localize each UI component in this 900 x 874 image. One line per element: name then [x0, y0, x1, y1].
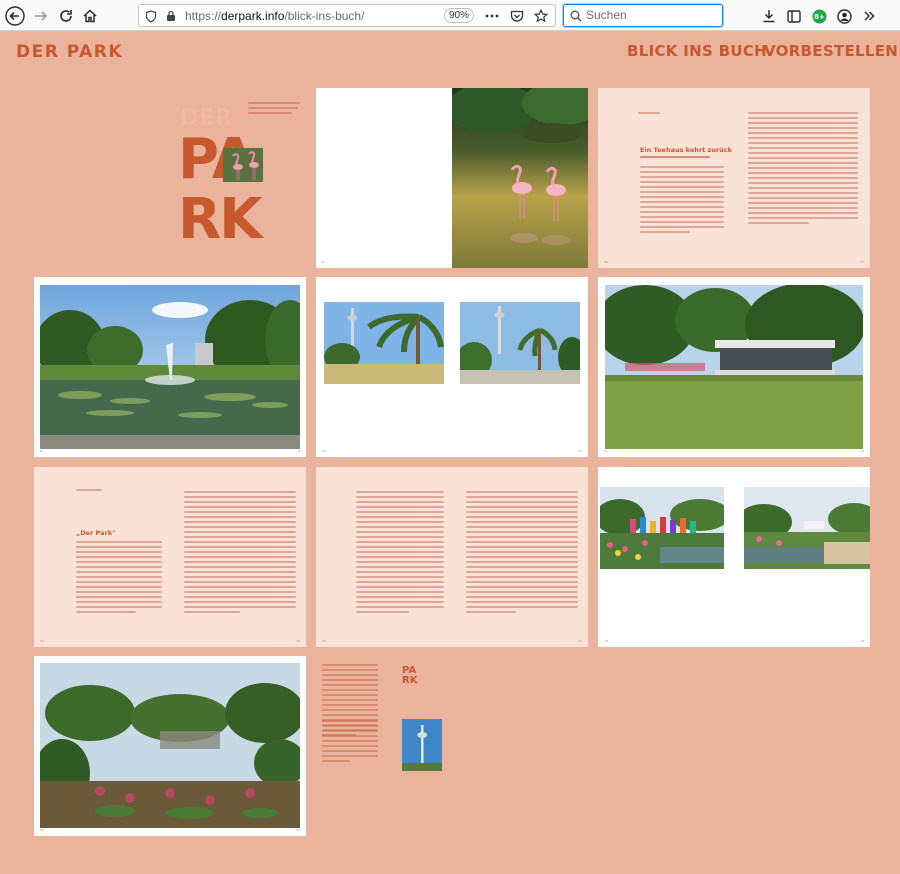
- shield-icon[interactable]: [143, 8, 159, 24]
- page-der-park-right: 15: [170, 467, 306, 647]
- book-cover: DER PA RK: [168, 88, 300, 268]
- page-actions-icon[interactable]: [484, 8, 500, 24]
- page-tower-left: 10: [316, 277, 452, 457]
- spread-teehaus-text[interactable]: Ein Teehaus kehrt zurück 76 77: [598, 88, 870, 268]
- page-blank: 6: [316, 88, 452, 268]
- forward-button[interactable]: [29, 4, 53, 28]
- body-text-column: [640, 166, 724, 236]
- reload-icon: [60, 10, 72, 22]
- section-heading: Ein Teehaus kehrt zurück: [640, 146, 732, 154]
- spread-flamingos[interactable]: 6: [316, 88, 588, 268]
- page-back-cover: PA RK: [316, 656, 452, 836]
- body-text-column: [748, 112, 858, 227]
- spread-florianturm[interactable]: 10 11: [316, 277, 588, 457]
- browser-toolbar: https://derpark.info/blick-ins-buch/ 90%…: [0, 0, 900, 31]
- library-sidebar-icon[interactable]: [783, 5, 805, 27]
- page-der-park-left: „Der Park" 14: [34, 467, 170, 647]
- back-button[interactable]: [3, 4, 27, 28]
- page-teehaus-photo: 12 13: [598, 277, 870, 457]
- tower-palm-photo: [324, 302, 444, 384]
- search-icon: [570, 10, 582, 22]
- spread-text-continued[interactable]: 16 17: [316, 467, 588, 647]
- back-arrow-icon: [5, 6, 25, 26]
- body-text-column: [184, 491, 296, 616]
- downloads-icon[interactable]: [758, 5, 780, 27]
- site-logo[interactable]: DER PARK: [16, 42, 123, 62]
- nav-blick-ins-buch[interactable]: BLICK INS BUCH: [627, 42, 767, 60]
- account-icon[interactable]: [833, 5, 855, 27]
- overflow-menu-icon[interactable]: [858, 5, 880, 27]
- page-rose-garden-photo: 20 21: [34, 656, 306, 836]
- search-box[interactable]: [563, 4, 723, 27]
- spread-teehaus-photo[interactable]: 12 13: [598, 277, 870, 457]
- page-text-right: 17: [452, 467, 588, 647]
- chapter-marker: [638, 112, 660, 117]
- tower-park-photo: [460, 302, 580, 384]
- section-subtitle: [640, 156, 720, 161]
- home-icon: [83, 9, 97, 23]
- reload-button[interactable]: [54, 4, 78, 28]
- section-heading: „Der Park": [76, 529, 116, 537]
- cover-rk-lettering: RK: [178, 187, 263, 252]
- nav-vorbestellen[interactable]: VORBESTELLEN: [764, 42, 898, 60]
- spread-cover[interactable]: DER PA RK: [168, 88, 300, 268]
- body-text-column: [466, 491, 578, 616]
- cover-flamingo-image: [223, 148, 263, 182]
- pocket-icon[interactable]: [509, 8, 525, 24]
- bookmark-star-icon[interactable]: [533, 8, 549, 24]
- back-cover-logo: PA RK: [402, 665, 418, 686]
- page-flamingo-photo: [452, 88, 588, 268]
- garden-pond-photo: [744, 487, 870, 569]
- teehaus-photo: [605, 285, 863, 449]
- spread-fountain[interactable]: 89: [34, 277, 306, 457]
- spread-der-park-text[interactable]: „Der Park" 14 15: [34, 467, 306, 647]
- spread-garden-photos[interactable]: 18 19: [598, 467, 870, 647]
- svg-text:8+: 8+: [814, 13, 825, 21]
- spread-rose-garden[interactable]: 20 21: [34, 656, 306, 836]
- fountain-photo: [40, 285, 300, 449]
- page-fountain-photo: 89: [34, 277, 306, 457]
- forward-arrow-icon: [35, 11, 48, 21]
- page-text-left: 16: [316, 467, 452, 647]
- search-input[interactable]: [586, 8, 716, 22]
- page-teehaus-right: 77: [734, 88, 870, 268]
- rose-garden-photo: [40, 663, 300, 828]
- back-cover-tower-photo: [402, 719, 442, 771]
- back-cover-text: [322, 720, 378, 765]
- garden-flags-photo: [600, 487, 724, 569]
- extension-icon[interactable]: 8+: [808, 5, 830, 27]
- zoom-indicator[interactable]: 90%: [444, 8, 474, 23]
- page-tower-right: 11: [452, 277, 588, 457]
- chapter-marker: [76, 489, 102, 494]
- lock-icon[interactable]: [163, 8, 179, 24]
- page-teehaus-left: Ein Teehaus kehrt zurück 76: [598, 88, 734, 268]
- spread-back-cover[interactable]: PA RK: [316, 656, 452, 836]
- body-text-column: [76, 541, 162, 616]
- page-garden-left: 18: [598, 467, 734, 647]
- body-text-column: [356, 491, 444, 616]
- address-bar[interactable]: https://derpark.info/blick-ins-buch/ 90%: [138, 4, 556, 27]
- url-text: https://derpark.info/blick-ins-buch/: [185, 9, 365, 23]
- home-button[interactable]: [78, 4, 102, 28]
- cover-intro-text: [248, 102, 300, 117]
- page-garden-right: 19: [734, 467, 870, 647]
